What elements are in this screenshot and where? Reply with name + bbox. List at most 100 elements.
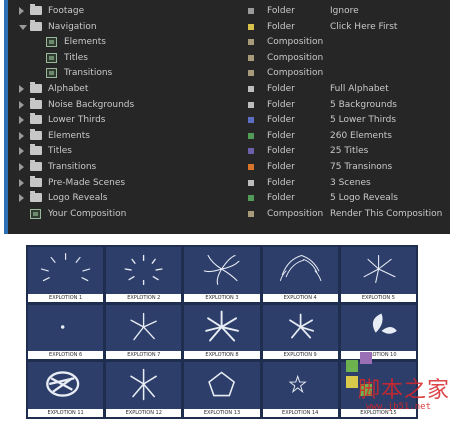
explosion-graphic: [208, 371, 236, 397]
item-name: Elements: [64, 37, 106, 48]
item-name: Noise Backgrounds: [48, 99, 135, 110]
item-type: Folder: [267, 6, 295, 16]
item-type: Folder: [267, 115, 295, 126]
explosion-thumbnail[interactable]: EXPLOTION 12: [106, 362, 182, 417]
expand-arrow-icon[interactable]: [19, 162, 24, 171]
item-comment: 260 Elements: [330, 130, 392, 141]
label-color-swatch[interactable]: [248, 210, 254, 217]
folder-row[interactable]: Noise Backgrounds Folder 5 Backgrounds: [18, 97, 450, 114]
expand-arrow-open-icon[interactable]: [19, 24, 27, 30]
label-color-swatch[interactable]: [248, 8, 254, 14]
item-type: Folder: [267, 21, 295, 32]
item-name: Lower Thirds: [48, 115, 106, 126]
label-color-swatch[interactable]: [248, 39, 254, 46]
folder-row[interactable]: Alphabet Folder Full Alphabet: [18, 81, 450, 98]
item-type: Folder: [267, 130, 295, 141]
explosion-thumbnail[interactable]: EXPLOTION 4: [262, 247, 338, 302]
label-color-swatch[interactable]: [248, 195, 254, 202]
folder-row[interactable]: Transitions Folder 75 Transinons: [18, 159, 450, 176]
explosion-thumbnail[interactable]: EXPLOTION 11: [28, 362, 104, 417]
label-color-swatch[interactable]: [248, 163, 254, 170]
item-type: Folder: [267, 161, 295, 172]
label-color-swatch[interactable]: [248, 54, 254, 61]
item-type: Folder: [267, 193, 295, 204]
watermark-square: [346, 376, 358, 388]
explosion-thumbnail[interactable]: EXPLOTION 5: [340, 247, 416, 302]
folder-icon: [30, 19, 42, 31]
explosion-thumbnail[interactable]: EXPLOTION 14: [262, 362, 338, 417]
explosion-thumbnail[interactable]: EXPLOTION 13: [184, 362, 260, 417]
explosion-thumbnail[interactable]: EXPLOTION 6: [28, 304, 104, 360]
folder-icon: [30, 191, 42, 203]
expand-arrow-icon[interactable]: [19, 84, 24, 93]
item-comment: Full Alphabet: [330, 83, 389, 94]
label-color-swatch[interactable]: [248, 148, 254, 155]
site-watermark: 脚本之家 www.jb51.net: [346, 350, 456, 420]
expand-arrow-icon[interactable]: [19, 194, 24, 203]
item-type: Folder: [267, 177, 295, 188]
folder-icon: [30, 144, 42, 156]
item-name: Titles: [64, 52, 88, 63]
label-color-swatch[interactable]: [248, 132, 254, 139]
folder-row[interactable]: Footage Folder Ignore: [18, 4, 450, 20]
label-color-swatch[interactable]: [248, 117, 254, 124]
thumbnail-caption: EXPLOTION 7: [106, 351, 182, 360]
item-comment: 25 Titles: [330, 146, 369, 157]
item-comment: 5 Lower Thirds: [330, 115, 397, 126]
thumbnail-caption: EXPLOTION 13: [184, 409, 260, 417]
watermark-square: [346, 360, 358, 372]
item-type: Folder: [267, 146, 295, 157]
item-name: Footage: [48, 6, 85, 16]
item-name: Elements: [48, 130, 90, 141]
label-color-swatch[interactable]: [248, 101, 254, 108]
explosion-thumbnail[interactable]: EXPLOTION 2: [106, 247, 182, 302]
expand-arrow-icon[interactable]: [19, 131, 24, 140]
thumbnail-caption: EXPLOTION 1: [28, 293, 104, 302]
item-comment: 5 Logo Reveals: [330, 193, 398, 204]
item-type: Composition: [267, 37, 324, 48]
thumbnail-caption: EXPLOTION 8: [184, 351, 260, 360]
watermark-title: 脚本之家: [358, 378, 451, 403]
expand-arrow-icon[interactable]: [19, 147, 24, 156]
item-name: Alphabet: [48, 83, 89, 94]
thumbnail-caption: EXPLOTION 3: [184, 293, 260, 302]
explosion-graphic: [46, 371, 80, 398]
expand-arrow-icon[interactable]: [19, 100, 24, 109]
explosion-thumbnail[interactable]: EXPLOTION 3: [184, 247, 260, 302]
explosion-graphic: [40, 252, 91, 282]
panel-focus-edge: [4, 0, 8, 234]
expand-arrow-icon[interactable]: [19, 116, 24, 125]
folder-row[interactable]: Lower Thirds Folder 5 Lower Thirds: [18, 113, 450, 129]
label-color-swatch[interactable]: [248, 70, 254, 77]
explosion-graphic: [288, 375, 307, 394]
composition-row[interactable]: Transitions Composition: [18, 66, 450, 82]
item-comment: 3 Scenes: [330, 177, 371, 188]
label-color-swatch[interactable]: [248, 179, 254, 186]
thumbnail-caption: EXPLOTION 5: [340, 293, 416, 302]
explosion-thumbnail[interactable]: EXPLOTION 7: [106, 304, 182, 360]
expand-arrow-icon[interactable]: [19, 7, 24, 15]
folder-row[interactable]: Elements Folder 260 Elements: [18, 128, 450, 145]
folder-icon: [30, 175, 42, 187]
label-color-swatch[interactable]: [248, 85, 254, 92]
folder-row[interactable]: Navigation Folder Click Here First: [18, 19, 450, 36]
explosion-thumbnail[interactable]: EXPLOTION 9: [262, 304, 338, 360]
watermark-url: www.jb51.net: [366, 402, 432, 412]
explosion-graphic: [372, 313, 397, 334]
composition-row[interactable]: Elements Composition: [18, 35, 450, 51]
explosion-graphic: [124, 254, 163, 286]
item-type: Folder: [267, 99, 295, 110]
thumbnail-caption: EXPLOTION 9: [262, 351, 338, 360]
folder-row[interactable]: Logo Reveals Folder 5 Logo Reveals: [18, 191, 450, 207]
folder-icon: [30, 97, 42, 109]
folder-row[interactable]: Pre-Made Scenes Folder 3 Scenes: [18, 175, 450, 192]
explosion-thumbnail[interactable]: EXPLOTION 1: [28, 247, 104, 302]
folder-row[interactable]: Titles Folder 25 Titles: [18, 144, 450, 160]
thumbnail-caption: EXPLOTION 2: [106, 293, 182, 302]
label-color-swatch[interactable]: [248, 23, 254, 30]
composition-row[interactable]: Your Composition Composition Render This C…: [18, 207, 450, 223]
composition-row[interactable]: Titles Composition: [18, 51, 450, 67]
explosion-thumbnail[interactable]: EXPLOTION 8: [184, 304, 260, 360]
expand-arrow-icon[interactable]: [19, 178, 24, 187]
thumbnail-caption: EXPLOTION 14: [262, 409, 338, 417]
